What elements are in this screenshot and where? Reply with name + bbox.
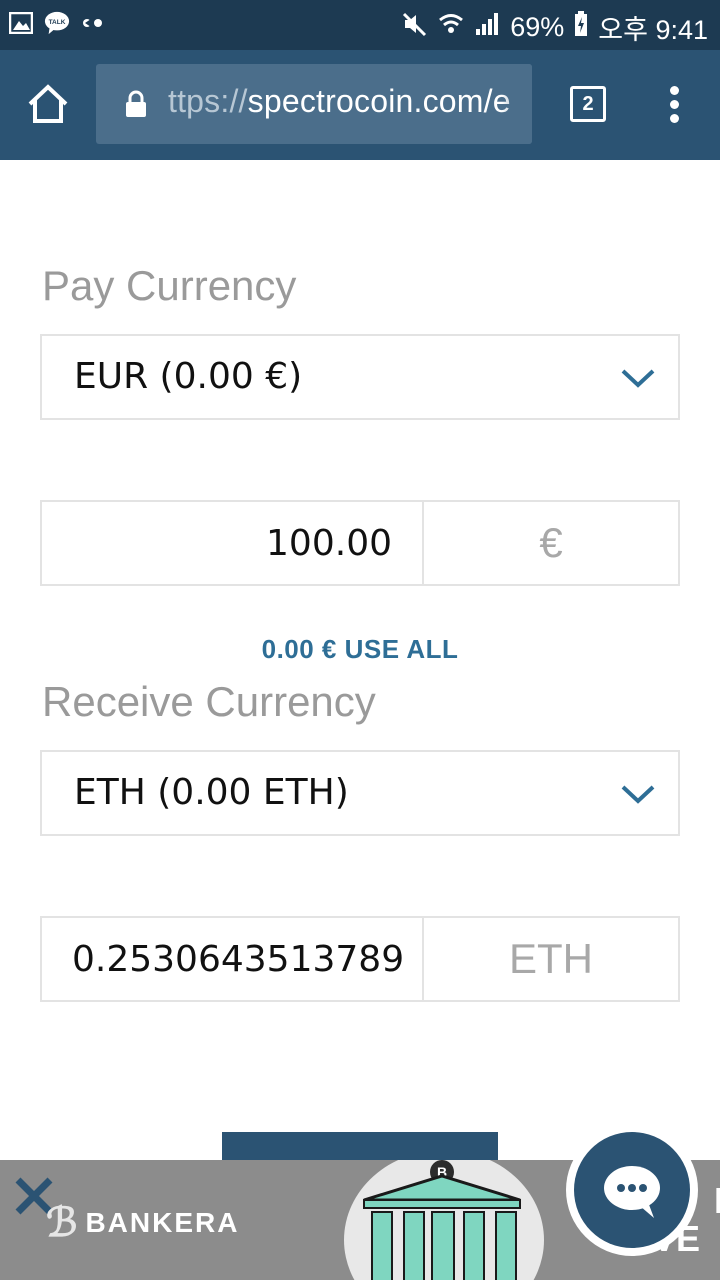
home-button[interactable] <box>26 82 70 126</box>
pay-amount-group: 100.00 € <box>40 500 680 586</box>
chat-button[interactable] <box>566 1124 698 1256</box>
url-bar[interactable]: ttps://spectrocoin.com/e <box>96 64 532 144</box>
pay-currency-select[interactable]: EUR (0.00 €) <box>40 334 680 420</box>
chevron-down-icon <box>621 369 655 388</box>
receive-amount-input[interactable]: 0.2530643513789 <box>42 918 424 1000</box>
tab-switcher-button[interactable]: 2 <box>570 86 606 122</box>
chat-bubble-icon <box>604 1166 660 1218</box>
url-text: ttps://spectrocoin.com/e <box>168 83 511 120</box>
clock: 오후 9:41 <box>598 15 708 45</box>
pay-amount-input[interactable]: 100.00 <box>42 502 424 584</box>
url-scheme: ttps:// <box>168 83 248 119</box>
battery-icon <box>574 11 588 44</box>
battery-percent: 69% <box>510 12 565 42</box>
pay-currency-label: Pay Currency <box>42 262 297 309</box>
chevron-down-icon <box>621 785 655 804</box>
wifi-icon <box>438 11 464 44</box>
menu-dot <box>669 100 679 109</box>
browser-toolbar: ttps://spectrocoin.com/e 2 <box>0 50 720 160</box>
receive-currency-unit: ETH <box>509 935 593 982</box>
bankera-wordmark: BANKERA <box>85 1207 240 1238</box>
lock-icon <box>124 90 148 118</box>
pay-currency-value: EUR (0.00 €) <box>74 356 303 397</box>
use-all-link[interactable]: 0.00 € USE ALL <box>0 634 720 665</box>
system-icons: 69% 오후 9:41 <box>402 8 708 47</box>
receive-currency-select[interactable]: ETH (0.00 ETH) <box>40 750 680 836</box>
receive-amount-group: 0.2530643513789 ETH <box>40 916 680 1002</box>
url-host: spectrocoin.com/e <box>247 83 511 119</box>
pay-currency-unit: € <box>539 519 563 566</box>
bankera-logo: ℬ BANKERA <box>46 1200 239 1246</box>
ad-side-text-1: I <box>714 1180 720 1221</box>
receive-currency-value: ETH (0.00 ETH) <box>74 772 349 813</box>
bank-building-icon: B <box>344 1160 544 1280</box>
notification-icons: TALK <box>8 10 106 36</box>
home-icon <box>28 84 68 123</box>
svg-text:TALK: TALK <box>49 19 66 26</box>
more-notifications-icon <box>80 10 106 36</box>
receive-currency-label: Receive Currency <box>42 678 376 725</box>
menu-dot <box>669 86 679 95</box>
kakao-talk-icon: TALK <box>44 10 70 36</box>
url-fade <box>502 64 532 144</box>
gallery-icon <box>8 10 34 36</box>
status-bar: TALK 69% 오후 9:41 <box>0 0 720 50</box>
bankera-b-icon: ℬ <box>46 1201 80 1245</box>
overflow-menu-button[interactable] <box>664 86 684 126</box>
mute-icon <box>402 11 428 44</box>
chat-button-face <box>574 1132 690 1248</box>
signal-icon <box>474 11 500 44</box>
menu-dot <box>669 114 679 123</box>
